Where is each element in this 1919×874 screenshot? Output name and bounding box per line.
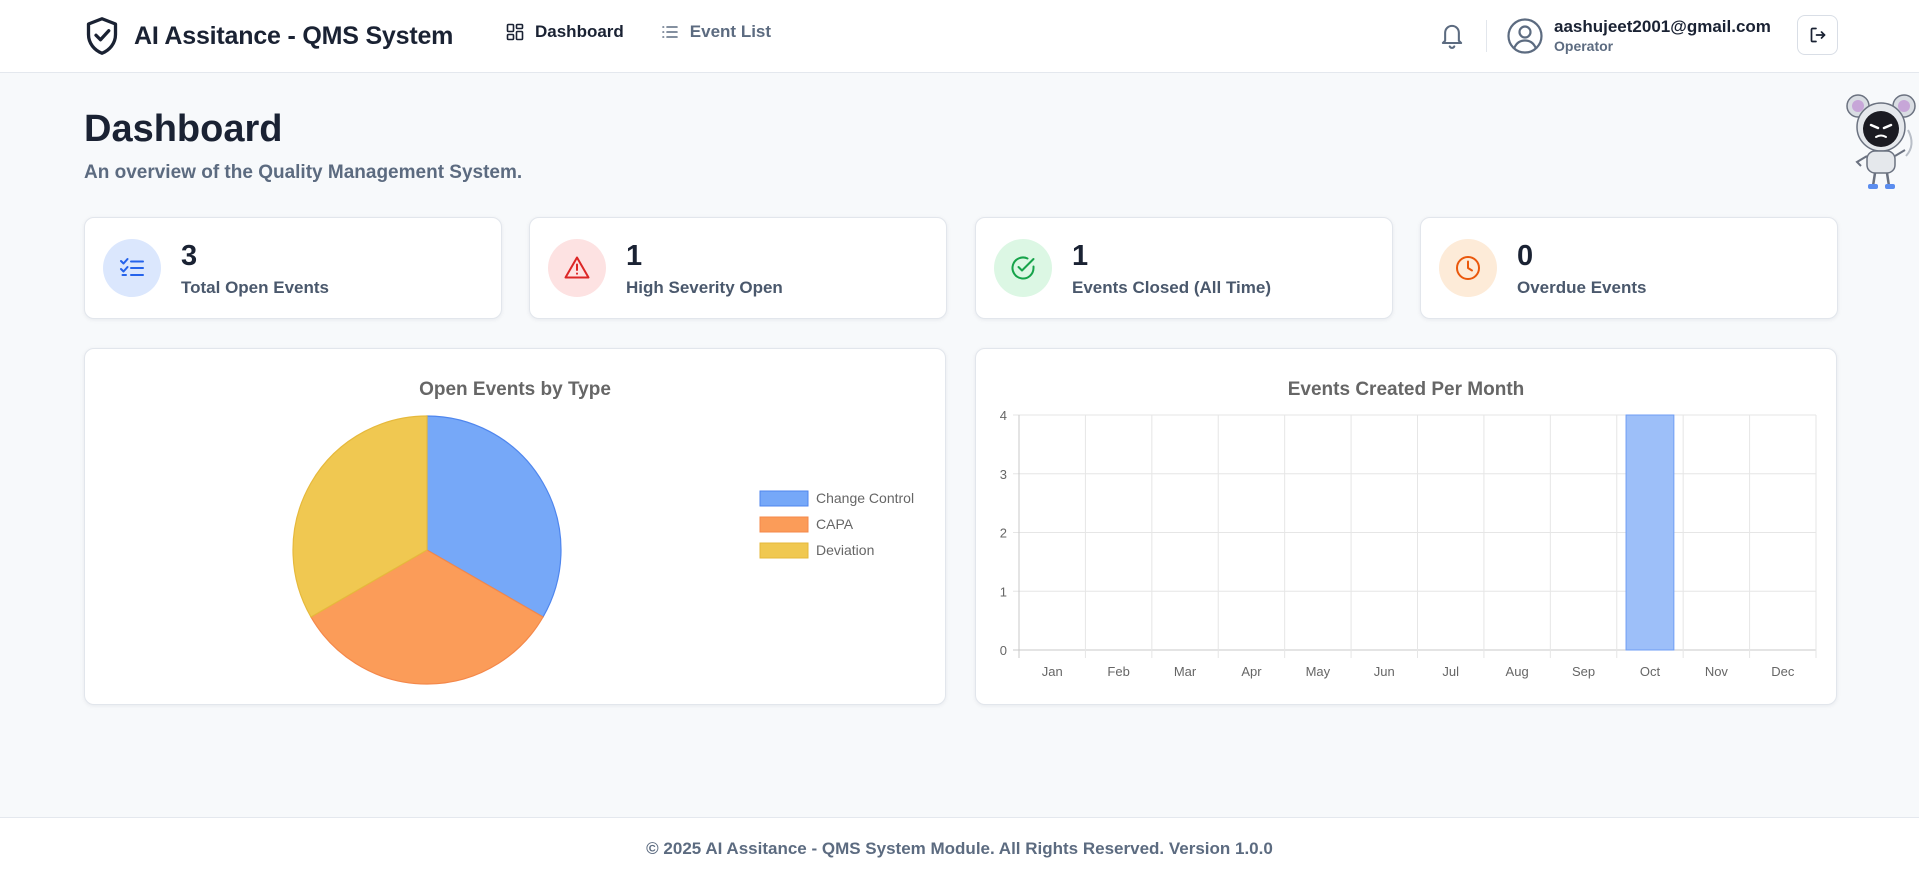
legend-label[interactable]: Change Control xyxy=(816,490,914,506)
app-title: AI Assitance - QMS System xyxy=(134,21,454,50)
x-tick-label: Apr xyxy=(1241,664,1262,679)
x-tick-label: Jul xyxy=(1442,664,1459,679)
header-divider xyxy=(1486,20,1487,52)
bar-chart-card: Events Created Per Month 0 1 2 3 4 Jan Feb Mar A… xyxy=(975,348,1837,705)
legend-swatch[interactable] xyxy=(759,490,809,507)
stat-icon-badge xyxy=(103,239,161,297)
legend-swatch[interactable] xyxy=(759,542,809,559)
stat-card-total-open[interactable]: 3 Total Open Events xyxy=(84,217,502,319)
x-tick-label: Sep xyxy=(1572,664,1595,679)
y-tick-label: 4 xyxy=(1000,408,1007,423)
pie-chart: Change Control CAPA Deviation xyxy=(292,415,914,685)
page-subtitle: An overview of the Quality Management Sy… xyxy=(84,162,523,183)
x-tick-label: Oct xyxy=(1640,664,1661,679)
x-tick-label: Mar xyxy=(1174,664,1197,679)
footer: © 2025 AI Assitance - QMS System Module.… xyxy=(0,817,1919,874)
footer-text: © 2025 AI Assitance - QMS System Module.… xyxy=(646,839,1273,858)
main-nav: Dashboard Event List xyxy=(506,22,771,42)
brand[interactable]: AI Assitance - QMS System xyxy=(84,16,453,56)
check-circle-icon xyxy=(1011,256,1035,280)
alert-triangle-icon xyxy=(564,256,590,279)
y-tick-label: 0 xyxy=(1000,643,1007,658)
stat-card-overdue[interactable]: 0 Overdue Events xyxy=(1420,217,1838,319)
page-title: Dashboard xyxy=(84,108,283,150)
nav-event-list[interactable]: Event List xyxy=(661,22,771,42)
nav-event-list-label: Event List xyxy=(689,22,772,41)
stat-value: 1 xyxy=(626,240,643,272)
y-tick-label: 1 xyxy=(1000,584,1007,599)
stat-value: 1 xyxy=(1072,240,1089,272)
bar-chart: 0 1 2 3 4 Jan Feb Mar Apr May Jun Jul Aug Sep Oct Nov De… xyxy=(1000,408,1817,679)
grid-icon xyxy=(506,23,524,41)
list-icon xyxy=(661,26,678,38)
user-email: aashujeet2001@gmail.com xyxy=(1554,17,1771,36)
bell-icon[interactable] xyxy=(1438,19,1466,51)
stat-label: Events Closed (All Time) xyxy=(1072,278,1272,297)
stat-value: 3 xyxy=(181,240,198,272)
x-tick-label: Jun xyxy=(1374,664,1395,679)
x-tick-label: Jan xyxy=(1042,664,1063,679)
x-tick-label: Aug xyxy=(1506,664,1529,679)
logout-icon xyxy=(1810,27,1825,43)
stat-icon-badge xyxy=(1439,239,1497,297)
stat-card-high-severity[interactable]: 1 High Severity Open xyxy=(529,217,947,319)
pie-chart-card: Open Events by Type Change Control CAPA De… xyxy=(84,348,946,705)
stat-label: Overdue Events xyxy=(1517,278,1647,297)
stat-label: High Severity Open xyxy=(626,278,783,297)
x-tick-label: May xyxy=(1306,664,1331,679)
user-circle-icon[interactable] xyxy=(1506,17,1544,55)
stat-label: Total Open Events xyxy=(181,278,329,297)
y-tick-label: 2 xyxy=(1000,526,1007,541)
shield-check-icon xyxy=(86,17,118,55)
mascot-icon[interactable] xyxy=(1842,90,1919,190)
bar-oct[interactable] xyxy=(1625,414,1675,651)
x-tick-label: Dec xyxy=(1771,664,1795,679)
user-role: Operator xyxy=(1554,38,1614,54)
top-header: AI Assitance - QMS System Dashboard Even… xyxy=(0,0,1919,73)
list-check-icon xyxy=(120,258,144,276)
y-tick-label: 3 xyxy=(1000,467,1007,482)
stat-icon-badge xyxy=(548,239,606,297)
stat-value: 0 xyxy=(1517,240,1534,272)
legend-label[interactable]: CAPA xyxy=(816,516,854,532)
stat-card-events-closed[interactable]: 1 Events Closed (All Time) xyxy=(975,217,1393,319)
x-tick-label: Nov xyxy=(1705,664,1729,679)
clock-icon xyxy=(1456,256,1480,280)
logout-button[interactable] xyxy=(1797,15,1838,55)
legend-label[interactable]: Deviation xyxy=(816,542,874,558)
nav-dashboard[interactable]: Dashboard xyxy=(506,22,624,42)
x-tick-label: Feb xyxy=(1107,664,1129,679)
stat-icon-badge xyxy=(994,239,1052,297)
legend-swatch[interactable] xyxy=(759,516,809,533)
nav-dashboard-label: Dashboard xyxy=(535,22,624,41)
